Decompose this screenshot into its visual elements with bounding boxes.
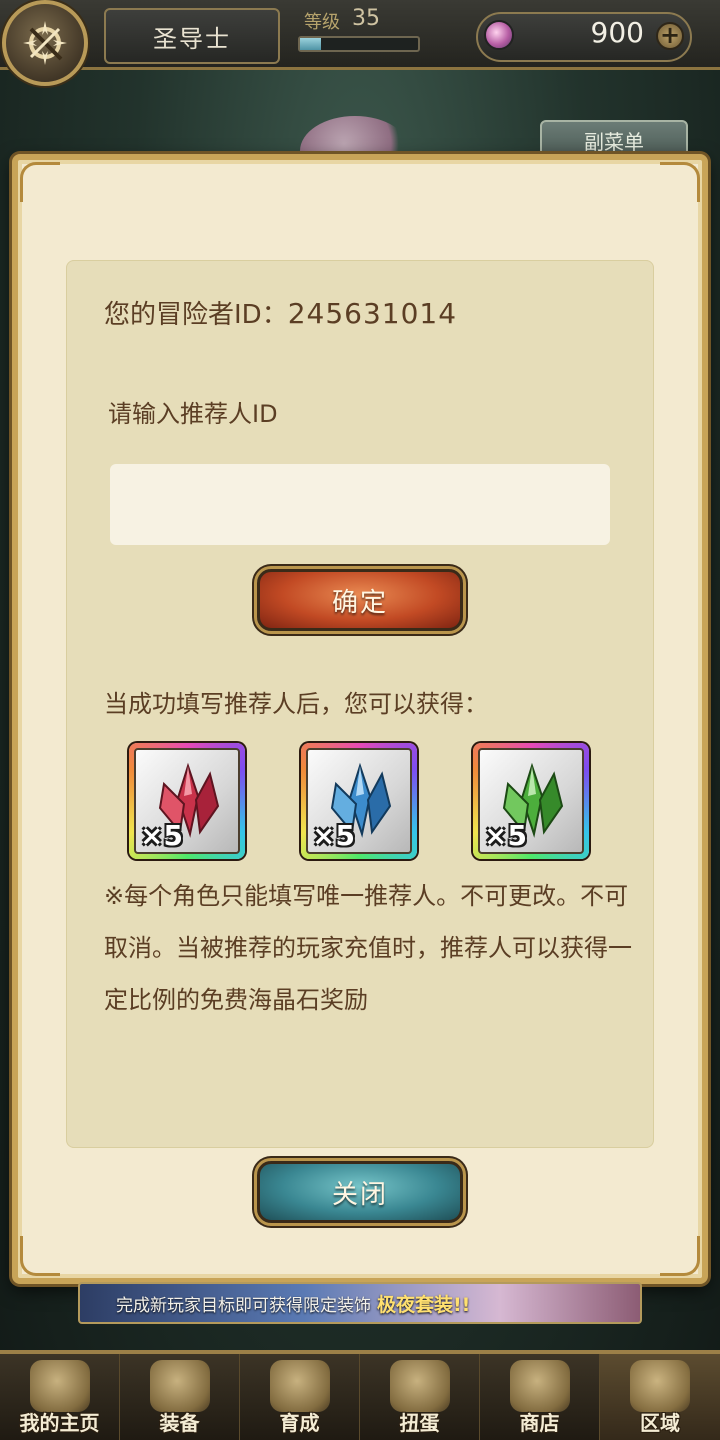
corner-ornament	[660, 1236, 700, 1276]
nav-label: 商店	[519, 1411, 560, 1435]
level-progress-fill	[300, 38, 322, 50]
bag-icon	[510, 1360, 570, 1412]
banner-text: 完成新玩家目标即可获得限定装饰	[116, 1295, 371, 1316]
adventurer-id: 您的冒险者ID：245631014	[104, 294, 457, 331]
reward-item-red-crystal[interactable]: ×5	[129, 743, 245, 859]
reward-intro-text: 当成功填写推荐人后，您可以获得：	[104, 690, 488, 718]
sea-crystal-icon	[484, 20, 514, 50]
nav-item-training[interactable]: 育成	[240, 1354, 360, 1440]
nav-label: 区域	[640, 1411, 680, 1435]
nav-item-home[interactable]: 我的主页	[0, 1354, 120, 1440]
banner-highlight: 极夜套装!!	[377, 1293, 471, 1316]
adventurer-id-value: 245631014	[287, 297, 458, 330]
nav-item-shop[interactable]: 商店	[480, 1354, 600, 1440]
close-button[interactable]: 关闭	[257, 1161, 463, 1223]
add-gems-button[interactable]: +	[656, 22, 684, 50]
event-banner[interactable]: 完成新玩家目标即可获得限定装饰 极夜套装!!	[78, 1282, 642, 1324]
corner-ornament	[660, 162, 700, 202]
pouch-icon	[390, 1360, 450, 1412]
settings-button[interactable]	[2, 0, 88, 86]
nav-item-area[interactable]: 区域	[600, 1354, 720, 1440]
referral-note: ※每个角色只能填写唯一推荐人。不可更改。不可取消。当被推荐的玩家充值时，推荐人可…	[104, 882, 632, 1014]
corner-ornament	[20, 162, 60, 202]
crossed-tools-icon	[23, 21, 67, 65]
nav-item-gacha[interactable]: 扭蛋	[360, 1354, 480, 1440]
nav-label: 育成	[279, 1411, 320, 1435]
reward-item-green-crystal[interactable]: ×5	[473, 743, 589, 859]
bottom-nav: 我的主页 装备 育成 扭蛋 商店 区域	[0, 1350, 720, 1440]
corner-ornament	[20, 1236, 60, 1276]
nav-item-equipment[interactable]: 装备	[120, 1354, 240, 1440]
nav-label: 装备	[159, 1411, 200, 1435]
nav-label: 扭蛋	[399, 1411, 440, 1435]
reward-quantity: ×5	[140, 819, 183, 852]
referrer-id-label: 请输入推荐人ID	[108, 400, 278, 428]
reward-quantity: ×5	[484, 819, 527, 852]
reward-quantity: ×5	[312, 819, 355, 852]
confirm-button[interactable]: 确定	[257, 569, 463, 631]
level-label: 等级	[304, 12, 340, 33]
scroll-icon	[30, 1360, 90, 1412]
sword-icon	[270, 1360, 330, 1412]
referrer-id-input[interactable]	[110, 464, 610, 545]
helmet-icon	[150, 1360, 210, 1412]
nav-label: 我的主页	[19, 1411, 100, 1435]
adventurer-id-label: 您的冒险者ID：	[104, 300, 288, 330]
level-progress-bar	[298, 36, 420, 52]
level-value: 35	[352, 6, 380, 31]
globe-icon	[630, 1360, 690, 1412]
character-class-name[interactable]: 圣导士	[104, 8, 280, 64]
gem-count: 900	[590, 16, 644, 49]
reward-item-blue-crystal[interactable]: ×5	[301, 743, 417, 859]
